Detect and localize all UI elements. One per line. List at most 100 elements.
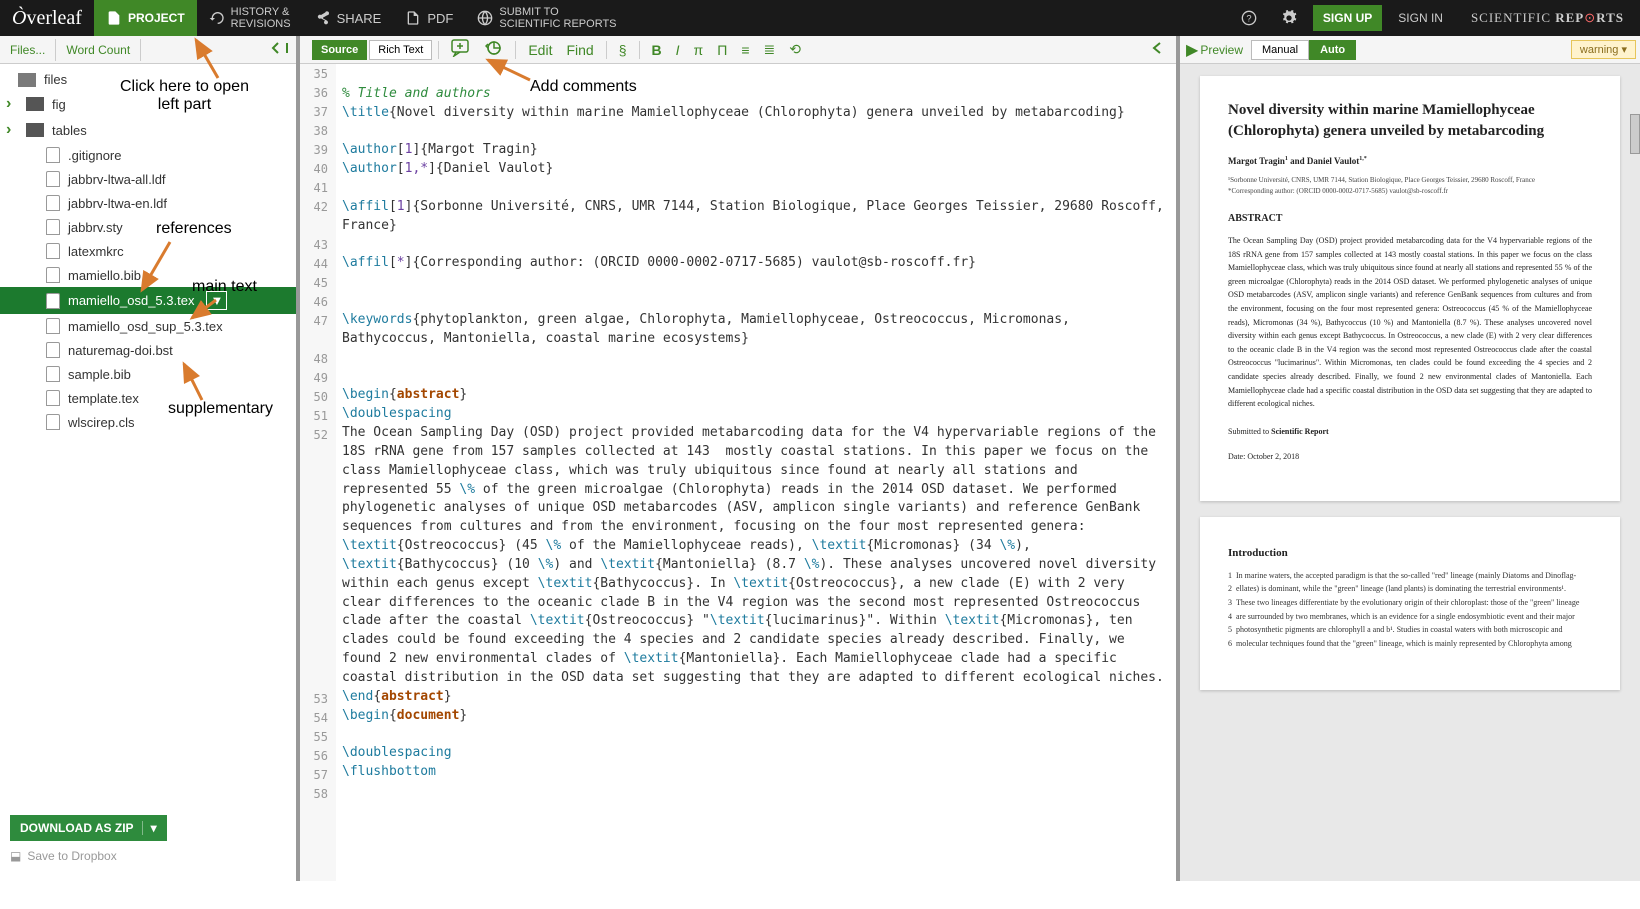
file-icon (46, 267, 60, 283)
auto-button[interactable]: Auto (1309, 40, 1356, 60)
bullet-list-button[interactable]: ≣ (757, 39, 781, 60)
find-menu[interactable]: Find (560, 40, 599, 60)
italic-button[interactable]: I (670, 40, 686, 60)
pi-button[interactable]: π (688, 40, 710, 60)
folder-icon (26, 97, 44, 111)
section-button[interactable]: § (613, 40, 633, 60)
file-icon (46, 243, 60, 259)
collapse-panel-button[interactable] (262, 37, 296, 62)
globe-icon (477, 10, 493, 26)
pdf-date: Date: October 2, 2018 (1228, 452, 1592, 461)
preview-toolbar: ▶ Preview Manual Auto warning ▾ (1180, 36, 1640, 64)
document-icon (106, 10, 122, 26)
chevron-right-icon: › (6, 95, 18, 113)
file-label: sample.bib (68, 367, 131, 382)
file-item[interactable]: template.tex (0, 386, 296, 410)
file-label: .gitignore (68, 148, 121, 163)
project-button[interactable]: PROJECT (94, 0, 197, 36)
chevron-right-icon: › (6, 121, 18, 139)
wordcount-button[interactable]: Word Count (56, 39, 141, 61)
pdf-preview[interactable]: Novel diversity within marine Mamielloph… (1180, 64, 1640, 881)
file-icon (46, 195, 60, 211)
code-editor[interactable]: 3536373839404142434445464748495051525354… (300, 64, 1176, 881)
file-icon (46, 366, 60, 382)
file-item[interactable]: .gitignore (0, 143, 296, 167)
folder-root[interactable]: files (0, 68, 296, 91)
comment-plus-icon (451, 39, 471, 57)
pdf-affil-2: *Corresponding author: (ORCID 0000-0002-… (1228, 187, 1592, 195)
file-label: naturemag-doi.bst (68, 343, 173, 358)
pdf-intro-heading: Introduction (1228, 547, 1592, 559)
folder-tables[interactable]: › tables (0, 117, 296, 143)
editor-panel: Source Rich Text Edit Find § B I π Π ≡ ≣… (300, 36, 1180, 881)
pdf-abstract-heading: ABSTRACT (1228, 213, 1592, 224)
file-label: mamiello.bib (68, 268, 141, 283)
file-item[interactable]: wlscirep.cls (0, 410, 296, 434)
pdf-abstract-text: The Ocean Sampling Day (OSD) project pro… (1228, 234, 1592, 411)
file-label: template.tex (68, 391, 139, 406)
file-tree: files › fig › tables .gitignore jabbrv-lt… (0, 64, 296, 805)
undo-history-icon (485, 39, 503, 57)
file-item[interactable]: mamiello.bib (0, 263, 296, 287)
file-label: mamiello_osd_sup_5.3.tex (68, 319, 223, 334)
edit-menu[interactable]: Edit (522, 40, 558, 60)
pdf-submitted: Submitted to Scientific Report (1228, 427, 1592, 436)
file-item[interactable]: mamiello_osd_sup_5.3.tex (0, 314, 296, 338)
pdf-affil-1: ¹Sorbonne Université, CNRS, UMR 7144, St… (1228, 176, 1592, 184)
file-item[interactable]: latexmkrc (0, 239, 296, 263)
file-item[interactable]: jabbrv.sty (0, 215, 296, 239)
preview-panel: ▶ Preview Manual Auto warning ▾ Novel di… (1180, 36, 1640, 881)
help-icon: ? (1241, 10, 1257, 26)
file-item[interactable]: mamiello_osd_5.3.tex▼ (0, 287, 296, 314)
bold-button[interactable]: B (646, 40, 668, 60)
pdf-page-1: Novel diversity within marine Mamielloph… (1200, 76, 1620, 501)
top-toolbar: Òverleaf PROJECT HISTORY & REVISIONS SHA… (0, 0, 1640, 36)
file-icon (46, 171, 60, 187)
file-label: jabbrv.sty (68, 220, 123, 235)
help-button[interactable]: ? (1229, 0, 1269, 36)
files-menu-button[interactable]: Files... (0, 39, 56, 61)
file-dropdown-icon[interactable]: ▼ (206, 291, 227, 310)
save-dropbox-button[interactable]: ⬓ Save to Dropbox (10, 841, 286, 871)
pdf-intro-text: 1 In marine waters, the accepted paradig… (1228, 569, 1592, 651)
file-icon (46, 390, 60, 406)
richtext-tab[interactable]: Rich Text (369, 40, 432, 60)
collapse-left-icon (1150, 41, 1166, 55)
warning-button[interactable]: warning ▾ (1571, 40, 1636, 59)
settings-button[interactable] (1269, 0, 1309, 36)
file-item[interactable]: naturemag-doi.bst (0, 338, 296, 362)
history-button[interactable]: HISTORY & REVISIONS (197, 0, 303, 36)
download-zip-button[interactable]: DOWNLOAD AS ZIP▾ (10, 815, 167, 841)
collapse-editor-button[interactable] (1144, 41, 1172, 58)
signup-button[interactable]: SIGN UP (1313, 5, 1382, 31)
file-item[interactable]: jabbrv-ltwa-en.ldf (0, 191, 296, 215)
file-label: jabbrv-ltwa-all.ldf (68, 172, 166, 187)
file-panel: Files... Word Count files › fig › tables (0, 36, 300, 881)
pdf-authors: Margot Tragin1 and Daniel Vaulot1,* (1228, 156, 1592, 166)
file-label: jabbrv-ltwa-en.ldf (68, 196, 167, 211)
file-icon (46, 219, 60, 235)
numbered-list-button[interactable]: ≡ (735, 40, 755, 60)
share-button[interactable]: SHARE (303, 0, 394, 36)
history-button[interactable] (479, 37, 509, 62)
file-item[interactable]: sample.bib (0, 362, 296, 386)
file-item[interactable]: jabbrv-ltwa-all.ldf (0, 167, 296, 191)
sigma-button[interactable]: Π (711, 40, 733, 60)
file-label: wlscirep.cls (68, 415, 134, 430)
file-icon (46, 318, 60, 334)
overleaf-logo[interactable]: Òverleaf (0, 7, 94, 30)
source-tab[interactable]: Source (312, 40, 367, 60)
submit-button[interactable]: SUBMIT TO SCIENTIFIC REPORTS (465, 0, 628, 36)
link-button[interactable]: ⟲ (783, 39, 807, 60)
folder-fig[interactable]: › fig (0, 91, 296, 117)
signin-button[interactable]: SIGN IN (1386, 11, 1455, 25)
file-icon (46, 342, 60, 358)
play-icon[interactable]: ▶ (1184, 40, 1200, 60)
pdf-button[interactable]: PDF (393, 0, 465, 36)
manual-button[interactable]: Manual (1251, 40, 1309, 60)
add-comment-button[interactable] (445, 37, 477, 62)
preview-label[interactable]: Preview (1200, 43, 1251, 57)
resize-handle[interactable] (1630, 114, 1640, 154)
folder-icon (18, 73, 36, 87)
pdf-page-2: Introduction 1 In marine waters, the acc… (1200, 517, 1620, 691)
